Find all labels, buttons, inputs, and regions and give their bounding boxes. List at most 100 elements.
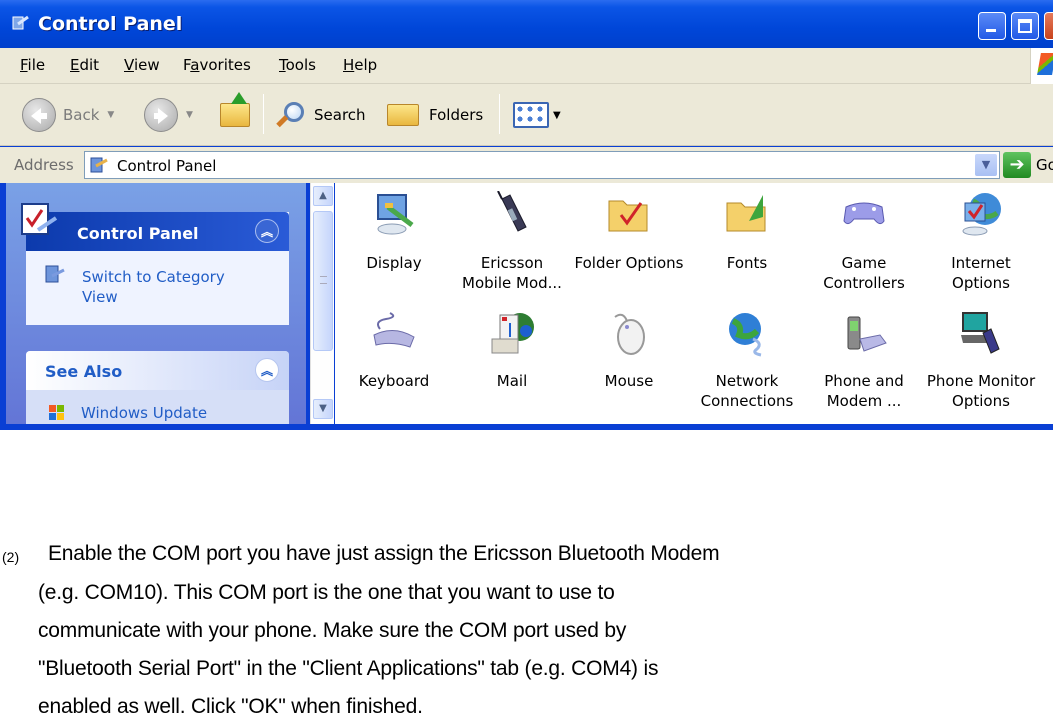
control-panel-icon [12,15,29,30]
cp-item-label: Internet Options [922,253,1040,293]
back-dropdown-icon[interactable]: ▼ [107,110,114,120]
see-also-header[interactable]: See Also ︽ [26,351,289,390]
minimize-button[interactable] [978,12,1006,40]
cp-item-mouse[interactable]: Mouse [570,309,688,391]
cp-item-label: Mouse [604,372,654,390]
views-button[interactable]: ▼ [513,98,561,132]
windows-update-icon [49,405,64,420]
instruction-line: communicate with your phone. Make sure t… [38,619,627,642]
menu-file[interactable]: File [20,56,45,74]
cp-item-internet-options[interactable]: Internet Options [922,191,1040,293]
forward-arrow-icon [144,98,178,132]
control-panel-task-title: Control Panel [77,224,199,243]
window-title: Control Panel [38,13,183,35]
see-also-task-box: See Also ︽ Windows Update [26,351,289,425]
cp-item-label: Network Connections [688,371,806,411]
cp-item-network-connections[interactable]: Network Connections [688,309,806,411]
phone-monitor-icon [961,312,1000,354]
mobile-phone-icon [497,190,527,232]
menu-tools[interactable]: Tools [279,56,316,74]
gamepad-icon [843,202,885,225]
cp-item-label: Ericsson Mobile Mod... [453,253,571,293]
cp-item-folder-options[interactable]: Folder Options [570,191,688,273]
toolbar-separator [499,94,500,134]
menu-favorites[interactable]: Favorites [183,56,251,74]
close-button[interactable] [1044,12,1053,40]
toolbar: Back ▼ ▼ Search Folders ▼ [0,84,1053,146]
cp-item-phone-monitor-options[interactable]: Phone Monitor Options [922,309,1040,411]
address-value: Control Panel [117,157,217,175]
windows-update-link[interactable]: Windows Update [81,404,207,422]
label-line1: Network [715,372,779,390]
fonts-folder-icon [726,195,766,232]
folders-button[interactable]: Folders [387,98,483,132]
go-label[interactable]: Go [1036,156,1053,174]
cp-item-keyboard[interactable]: Keyboard [335,309,453,391]
switch-category-link-line2[interactable]: View [82,288,118,306]
network-globe-icon [729,313,762,357]
collapse-chevron-icon[interactable]: ︽ [255,219,279,243]
windows-logo-icon [1030,48,1053,84]
back-button[interactable]: Back ▼ [22,98,114,132]
menu-edit-label: dit [79,56,100,74]
forward-dropdown-icon[interactable]: ▼ [186,110,193,120]
step-number: (2) [2,549,20,565]
cp-item-label: Keyboard [358,372,430,390]
instruction-line: (e.g. COM10). This COM port is the one t… [38,581,615,604]
switch-category-link[interactable]: Switch to Category [82,268,225,286]
task-pane-scrollbar[interactable]: ▲ ▼ [310,183,334,425]
search-button[interactable]: Search [276,98,366,132]
cp-item-display[interactable]: Display [335,191,453,273]
folders-label: Folders [429,106,484,124]
address-bar: Address Control Panel ▼ ➔ Go [0,147,1053,183]
mouse-icon [614,313,645,355]
instruction-line: enabled as well. Click "OK" when finishe… [38,695,423,718]
menu-view-label: iew [133,56,160,74]
menu-view[interactable]: View [124,56,160,74]
label-line1: Game [841,254,887,272]
cp-item-game-controllers[interactable]: Game Controllers [805,191,923,293]
menu-view-accel: V [124,56,134,74]
menu-help[interactable]: Help [343,56,377,74]
address-input[interactable]: Control Panel ▼ [84,151,1000,179]
cp-item-label: Game Controllers [805,253,923,293]
maximize-button[interactable] [1011,12,1039,40]
maximize-icon [1018,19,1032,33]
views-icon [513,102,549,128]
control-panel-task-header[interactable]: Control Panel ︽ [21,203,289,251]
cp-item-fonts[interactable]: Fonts [688,191,806,273]
label-line2: Connections [700,392,794,410]
back-arrow-icon [22,98,56,132]
cp-item-ericsson-mobile-modem[interactable]: Ericsson Mobile Mod... [453,190,571,293]
scroll-up-button[interactable]: ▲ [313,186,333,206]
label-line1: Ericsson [480,254,544,272]
menu-tools-accel: T [279,56,286,74]
address-dropdown-button[interactable]: ▼ [975,154,997,176]
scroll-down-button[interactable]: ▼ [313,399,333,419]
collapse-chevron-icon[interactable]: ︽ [255,358,279,382]
label-line2: Options [952,392,1010,410]
forward-button[interactable]: ▼ [144,98,193,132]
menu-tools-label: ools [285,56,316,74]
cp-item-phone-and-modem[interactable]: Phone and Modem ... [805,309,923,411]
display-icon [377,194,414,235]
menu-help-label: elp [354,56,378,74]
search-label: Search [314,106,366,124]
go-button[interactable]: ➔ [1003,152,1031,178]
title-bar[interactable]: Control Panel [0,0,1053,48]
cp-item-mail[interactable]: Mail [453,309,571,391]
menu-favorites-label: vorites [199,56,251,74]
minimize-icon [986,29,996,32]
search-icon [276,102,304,128]
folders-icon [387,104,419,126]
cp-item-label: Mail [496,372,528,390]
scroll-thumb[interactable] [313,211,333,351]
label-line1: Phone and [824,372,904,390]
switch-view-icon [45,265,65,283]
control-panel-items: Display Ericsson Mobile Mod... Folder Opt… [335,183,1053,425]
menu-edit[interactable]: Edit [70,56,99,74]
mail-icon [491,313,534,354]
up-folder-button[interactable] [220,92,250,132]
cp-item-label: Phone Monitor Options [922,371,1040,411]
menu-file-label: ile [27,56,46,74]
